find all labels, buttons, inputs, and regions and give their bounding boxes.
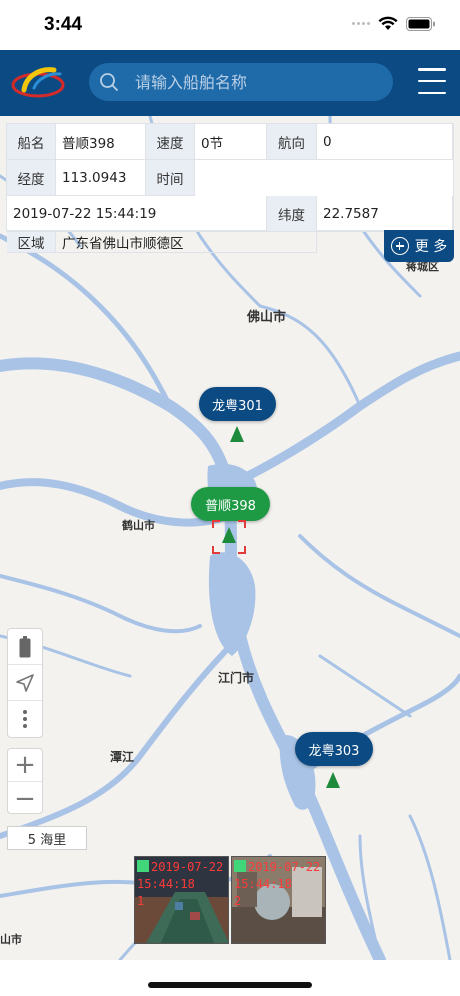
cellular-signal-icon — [352, 22, 370, 25]
home-indicator[interactable] — [148, 982, 312, 988]
thumbnail-2-index: 2 — [234, 894, 242, 908]
thumbnail-1-timestamp: 2019-07-22 15:44:18 1 — [137, 859, 223, 910]
more-button-label: 更 多 — [414, 239, 448, 255]
ship-search-input[interactable] — [135, 72, 365, 92]
heading-label: 航向 — [267, 124, 317, 160]
latitude-label: 纬度 — [267, 196, 317, 232]
ship-marker-pushun398[interactable] — [222, 527, 236, 543]
thumbnail-1-date: 2019-07-22 — [151, 860, 224, 874]
battery-button[interactable] — [8, 629, 42, 665]
map-side-toolbar — [7, 628, 43, 738]
vertical-dots-icon — [23, 710, 27, 728]
ship-marker-longyue301[interactable] — [230, 426, 244, 442]
city-label-bottom-fragment: 山市 — [0, 933, 22, 946]
zoom-out-button[interactable]: − — [8, 782, 42, 815]
status-time: 3:44 — [44, 14, 83, 35]
city-label-foshan: 佛山市 — [247, 310, 287, 325]
ship-marker-longyue303[interactable] — [326, 772, 340, 788]
locate-button[interactable] — [8, 665, 42, 701]
ship-label-pushun398[interactable]: 普顺398 — [191, 487, 270, 521]
ship-search-bar[interactable] — [89, 63, 393, 101]
longitude-label: 经度 — [7, 160, 56, 196]
time-value: 2019-07-22 15:44:19 — [7, 196, 267, 232]
city-label-tanjiang: 潭江 — [110, 750, 135, 764]
region-label: 区域 — [7, 232, 56, 253]
thumbnail-2-time: 15:44:18 — [234, 877, 292, 891]
zoom-in-button[interactable]: + — [8, 749, 42, 782]
city-label-heshan: 鹤山市 — [122, 519, 155, 532]
longitude-value: 113.0943 — [56, 160, 146, 196]
status-bar: 3:44 — [0, 0, 460, 50]
camera-thumbnail-2[interactable]: 2019-07-22 15:44:18 2 — [231, 856, 326, 944]
time-label: 时间 — [146, 160, 195, 196]
more-button[interactable]: 更 多 — [384, 230, 454, 262]
heading-value: 0 — [317, 124, 453, 160]
thumbnail-2-date: 2019-07-22 — [248, 860, 321, 874]
home-indicator-area — [0, 960, 460, 996]
ship-label-longyue303[interactable]: 龙粤303 — [295, 732, 373, 766]
camera-thumbnail-1[interactable]: 2019-07-22 15:44:18 1 — [134, 856, 229, 944]
status-icons — [352, 16, 436, 31]
ship-name-value: 普顺398 — [56, 124, 146, 160]
app-header — [0, 50, 460, 116]
city-label-jiangmen: 江门市 — [218, 671, 255, 685]
battery-status-icon — [406, 16, 435, 31]
app-logo — [11, 67, 65, 98]
more-tools-button[interactable] — [8, 701, 42, 737]
hamburger-menu-icon[interactable] — [418, 68, 446, 94]
ship-label-longyue301[interactable]: 龙粤301 — [199, 387, 276, 421]
zoom-controls: + − — [7, 748, 43, 814]
navigation-arrow-icon — [16, 673, 34, 692]
latitude-value: 22.7587 — [317, 196, 453, 232]
ship-name-label: 船名 — [7, 124, 56, 160]
wifi-icon — [378, 16, 398, 30]
ship-info-table: 船名 普顺398 速度 0节 航向 0 经度 113.0943 时间 2019-… — [6, 123, 454, 253]
speed-value: 0节 — [195, 124, 267, 160]
plus-circle-icon — [390, 237, 409, 255]
region-value: 广东省佛山市顺德区 — [56, 232, 317, 253]
search-icon — [100, 73, 118, 91]
battery-icon — [19, 635, 31, 657]
map-scale: 5 海里 — [7, 826, 87, 850]
thumbnail-1-index: 1 — [137, 894, 145, 908]
speed-label: 速度 — [146, 124, 195, 160]
thumbnail-1-time: 15:44:18 — [137, 877, 195, 891]
thumbnail-2-timestamp: 2019-07-22 15:44:18 2 — [234, 859, 320, 910]
